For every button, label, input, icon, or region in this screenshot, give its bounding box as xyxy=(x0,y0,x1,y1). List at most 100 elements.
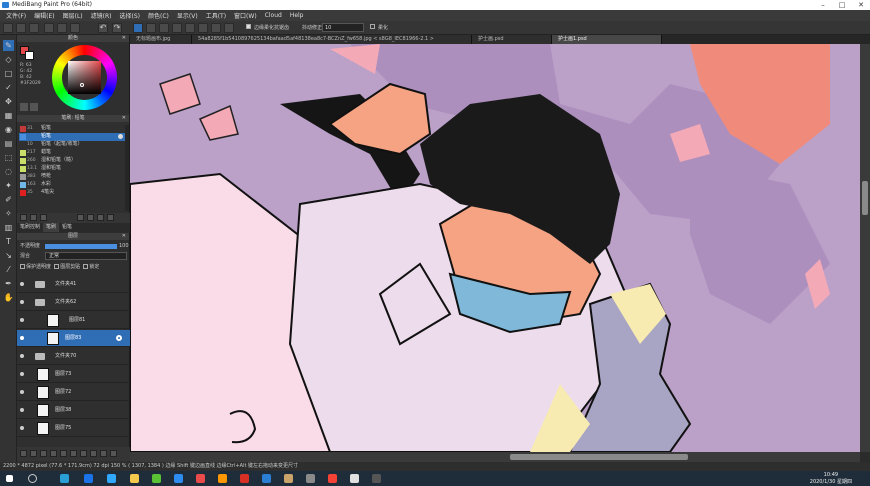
horizontal-scroll-thumb[interactable] xyxy=(510,454,688,460)
select-pen-icon[interactable]: ✐ xyxy=(3,194,14,205)
taskbar-app-icon[interactable] xyxy=(196,474,205,483)
brush-cloud-icon[interactable] xyxy=(40,214,47,221)
select-arrow-icon[interactable] xyxy=(133,23,143,33)
layer-row[interactable]: 图层38 xyxy=(17,402,130,419)
gear-icon[interactable] xyxy=(116,335,122,341)
panel-close-icon[interactable]: ✕ xyxy=(122,35,126,42)
taskbar-app-icon[interactable] xyxy=(240,474,249,483)
eye-icon[interactable] xyxy=(20,372,24,376)
brush-item-selected[interactable]: 铅笔 xyxy=(19,133,127,141)
menu-cloud[interactable]: Cloud xyxy=(261,12,286,19)
eye-icon[interactable] xyxy=(20,282,24,286)
eraser-tool-icon[interactable]: ◇ xyxy=(3,54,14,65)
eye-icon[interactable] xyxy=(20,390,24,394)
brush-settings-icon[interactable] xyxy=(118,134,123,139)
tab-canvas-2[interactable]: 54a8285f1b5410897625134bafaad5af48138ea8… xyxy=(192,35,472,44)
brush-item[interactable]: 217 蜡笔 xyxy=(19,149,127,157)
hand-tool-icon[interactable]: ✋ xyxy=(3,292,14,303)
taskbar-app-icon[interactable] xyxy=(174,474,183,483)
new-folder-icon[interactable] xyxy=(30,450,37,457)
drawing-canvas[interactable] xyxy=(130,44,860,452)
delete-layer-icon[interactable] xyxy=(110,450,117,457)
background-color-swatch[interactable] xyxy=(25,51,34,60)
lasso-icon[interactable] xyxy=(172,23,182,33)
taskbar-wechat-icon[interactable] xyxy=(152,474,161,483)
menu-color[interactable]: 颜色(C) xyxy=(144,11,173,20)
grid-icon[interactable] xyxy=(198,23,208,33)
brush-delete-icon[interactable] xyxy=(107,214,114,221)
taskbar-app-icon[interactable] xyxy=(328,474,337,483)
tab-canvas-1[interactable]: 无标题画布.jpg xyxy=(130,35,192,44)
pen-tool-icon[interactable]: ✒ xyxy=(3,278,14,289)
panel-close-icon[interactable]: ✕ xyxy=(122,115,126,122)
layer-row[interactable]: 图层75 xyxy=(17,420,130,437)
menu-layer[interactable]: 图层(L) xyxy=(59,11,87,20)
menu-help[interactable]: Help xyxy=(286,12,308,19)
layer-cloud-icon[interactable] xyxy=(100,450,107,457)
color-mode-icon[interactable] xyxy=(20,103,28,111)
transform-tool-icon[interactable]: ▦ xyxy=(3,110,14,121)
panel-close-icon[interactable]: ✕ xyxy=(122,233,126,240)
layer-mask-icon[interactable] xyxy=(80,450,87,457)
brush-edit-icon[interactable] xyxy=(97,214,104,221)
close-icon[interactable]: ✕ xyxy=(852,0,870,10)
move-tool-icon[interactable]: ✥ xyxy=(3,96,14,107)
layer-row[interactable]: 图层81 xyxy=(17,312,130,329)
brush-export-icon[interactable] xyxy=(77,214,84,221)
brush-copy-icon[interactable] xyxy=(87,214,94,221)
brush-item[interactable]: 260 湿和铅笔（糙） xyxy=(19,157,127,165)
taskbar-app-icon[interactable] xyxy=(60,474,69,483)
layer-row[interactable]: 文件夹41 xyxy=(17,276,130,293)
eye-icon[interactable] xyxy=(20,336,24,340)
select-eraser-icon[interactable]: ✧ xyxy=(3,208,14,219)
undo-icon[interactable]: ↶ xyxy=(98,23,108,33)
correction-select[interactable]: 10 xyxy=(322,23,364,32)
menu-file[interactable]: 文件(F) xyxy=(2,11,30,20)
text-tool-icon[interactable]: T xyxy=(3,236,14,247)
antialias-checkbox[interactable] xyxy=(246,24,251,29)
brush-item[interactable]: 31 铅笔 xyxy=(19,125,127,133)
open-file-icon[interactable] xyxy=(16,23,26,33)
eyedropper-tool-icon[interactable]: ⁄ xyxy=(3,264,14,275)
layer-settings-icon[interactable] xyxy=(90,450,97,457)
menu-filter[interactable]: 滤镜(R) xyxy=(87,11,116,20)
layer-row[interactable]: 图层72 xyxy=(17,384,130,401)
settings-icon[interactable] xyxy=(70,23,80,33)
eye-icon[interactable] xyxy=(20,408,24,412)
vertical-scroll-thumb[interactable] xyxy=(862,181,868,215)
rect-select-icon[interactable] xyxy=(146,23,156,33)
taskbar-app-icon[interactable] xyxy=(84,474,93,483)
add-brush-icon[interactable] xyxy=(20,214,27,221)
color-palette-icon[interactable] xyxy=(30,103,38,111)
tab-brush[interactable]: 笔刷 xyxy=(43,223,60,232)
tab-canvas-3[interactable]: 护士画.psd xyxy=(472,35,552,44)
taskbar-photoshop-icon[interactable] xyxy=(107,474,116,483)
eye-icon[interactable] xyxy=(20,300,24,304)
eye-icon[interactable] xyxy=(20,354,24,358)
brush-item[interactable]: 13.1 湿和铅笔 xyxy=(19,165,127,173)
layer-down-icon[interactable] xyxy=(70,450,77,457)
taskbar-medibang-icon[interactable] xyxy=(262,474,271,483)
select-tool-icon[interactable]: ⬚ xyxy=(3,152,14,163)
wand-icon[interactable] xyxy=(185,23,195,33)
layer-up-icon[interactable] xyxy=(60,450,67,457)
layer-row-selected[interactable]: 图层83 xyxy=(17,330,130,347)
layer-row[interactable]: 图层73 xyxy=(17,366,130,383)
ruler-icon[interactable] xyxy=(224,23,234,33)
taskbar-folder-icon[interactable] xyxy=(130,474,139,483)
taskbar-app-icon[interactable] xyxy=(218,474,227,483)
duplicate-layer-icon[interactable] xyxy=(40,450,47,457)
minimize-icon[interactable]: – xyxy=(814,0,832,10)
merge-down-icon[interactable] xyxy=(50,450,57,457)
windows-start-icon[interactable] xyxy=(6,475,13,482)
taskbar-app-icon[interactable] xyxy=(306,474,315,483)
new-file-icon[interactable] xyxy=(3,23,13,33)
taskbar-clock[interactable]: 10:49 2020/1/30 星期四 xyxy=(810,472,852,485)
share-icon[interactable] xyxy=(57,23,67,33)
ellipse-select-icon[interactable] xyxy=(159,23,169,33)
tab-brush-control[interactable]: 笔刷控制 xyxy=(17,223,43,232)
eye-icon[interactable] xyxy=(20,426,24,430)
cloud-icon[interactable] xyxy=(44,23,54,33)
rect-tool-icon[interactable]: □ xyxy=(3,68,14,79)
tab-canvas-4[interactable]: 护士画1.psd xyxy=(552,35,662,44)
